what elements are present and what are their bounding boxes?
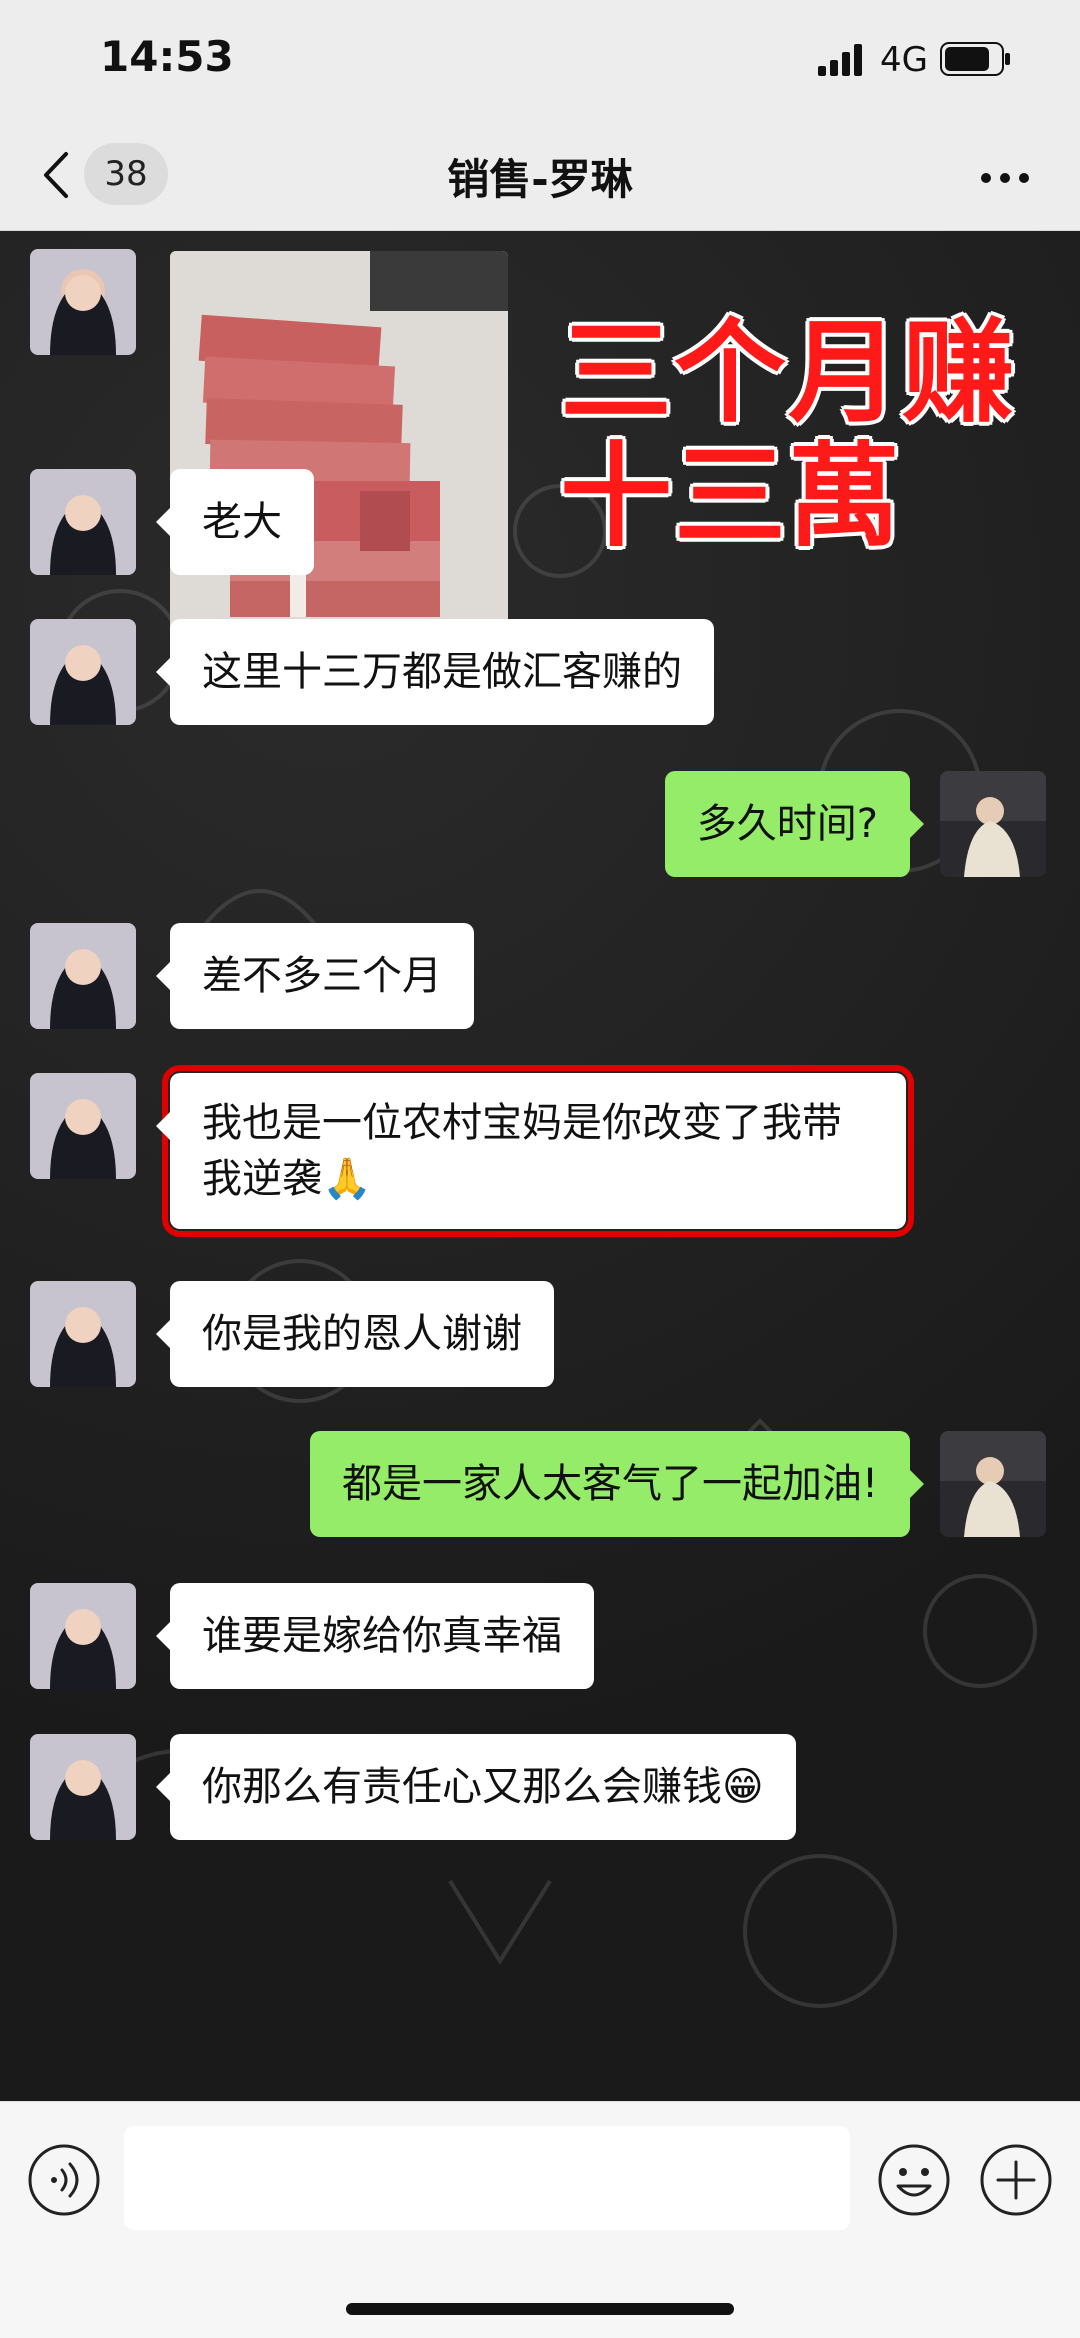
- message-bubble[interactable]: 你是我的恩人谢谢: [156, 1281, 554, 1387]
- avatar[interactable]: [30, 249, 136, 355]
- network-type: 4G: [880, 40, 928, 80]
- money-stack-photo[interactable]: [170, 251, 508, 655]
- message-bubble[interactable]: 你那么有责任心又那么会赚钱😁: [156, 1734, 796, 1840]
- message-bubble-highlighted[interactable]: 我也是一位农村宝妈是你改变了我带我逆袭🙏: [156, 1065, 914, 1237]
- overlay-line-2: 十三萬: [560, 432, 902, 562]
- emoji-icon[interactable]: [876, 2142, 952, 2218]
- my-avatar[interactable]: [940, 771, 1046, 877]
- home-indicator[interactable]: [346, 2303, 734, 2315]
- my-avatar[interactable]: [940, 1431, 1046, 1537]
- chat-title: 销售-罗琳: [447, 155, 633, 204]
- message-bubble-outgoing[interactable]: 都是一家人太客气了一起加油!: [309, 1431, 925, 1537]
- message-bubble[interactable]: 谁要是嫁给你真幸福: [156, 1583, 594, 1689]
- plus-icon[interactable]: [978, 2142, 1054, 2218]
- message-bubble[interactable]: 这里十三万都是做汇客赚的: [156, 619, 714, 725]
- message-bubble-outgoing[interactable]: 多久时间?: [664, 771, 925, 877]
- message-input[interactable]: [124, 2126, 850, 2230]
- avatar[interactable]: [30, 923, 136, 1029]
- chat-header: 38 销售-罗琳: [0, 120, 1080, 231]
- more-icon[interactable]: [980, 172, 1030, 184]
- overlay-line-1: 三个月赚: [560, 308, 1016, 438]
- voice-icon[interactable]: [26, 2142, 102, 2218]
- status-bar: 14:53 4G: [0, 0, 1080, 120]
- avatar[interactable]: [30, 1073, 136, 1179]
- avatar[interactable]: [30, 469, 136, 575]
- message-bubble[interactable]: 差不多三个月: [156, 923, 474, 1029]
- status-time: 14:53: [100, 32, 234, 81]
- avatar[interactable]: [30, 619, 136, 725]
- avatar[interactable]: [30, 1583, 136, 1689]
- chat-area[interactable]: 三个月赚 十三萬 老大 这里十三万都是做汇客赚的 多久时间? 差不多三个月 我也…: [0, 231, 1080, 2101]
- avatar[interactable]: [30, 1734, 136, 1840]
- photo-caption-overlay: 三个月赚 十三萬: [560, 311, 1040, 559]
- message-input-bar: [0, 2101, 1080, 2338]
- battery-icon: [940, 42, 1010, 76]
- message-bubble[interactable]: 老大: [156, 469, 314, 575]
- avatar[interactable]: [30, 1281, 136, 1387]
- signal-icon: [818, 44, 862, 76]
